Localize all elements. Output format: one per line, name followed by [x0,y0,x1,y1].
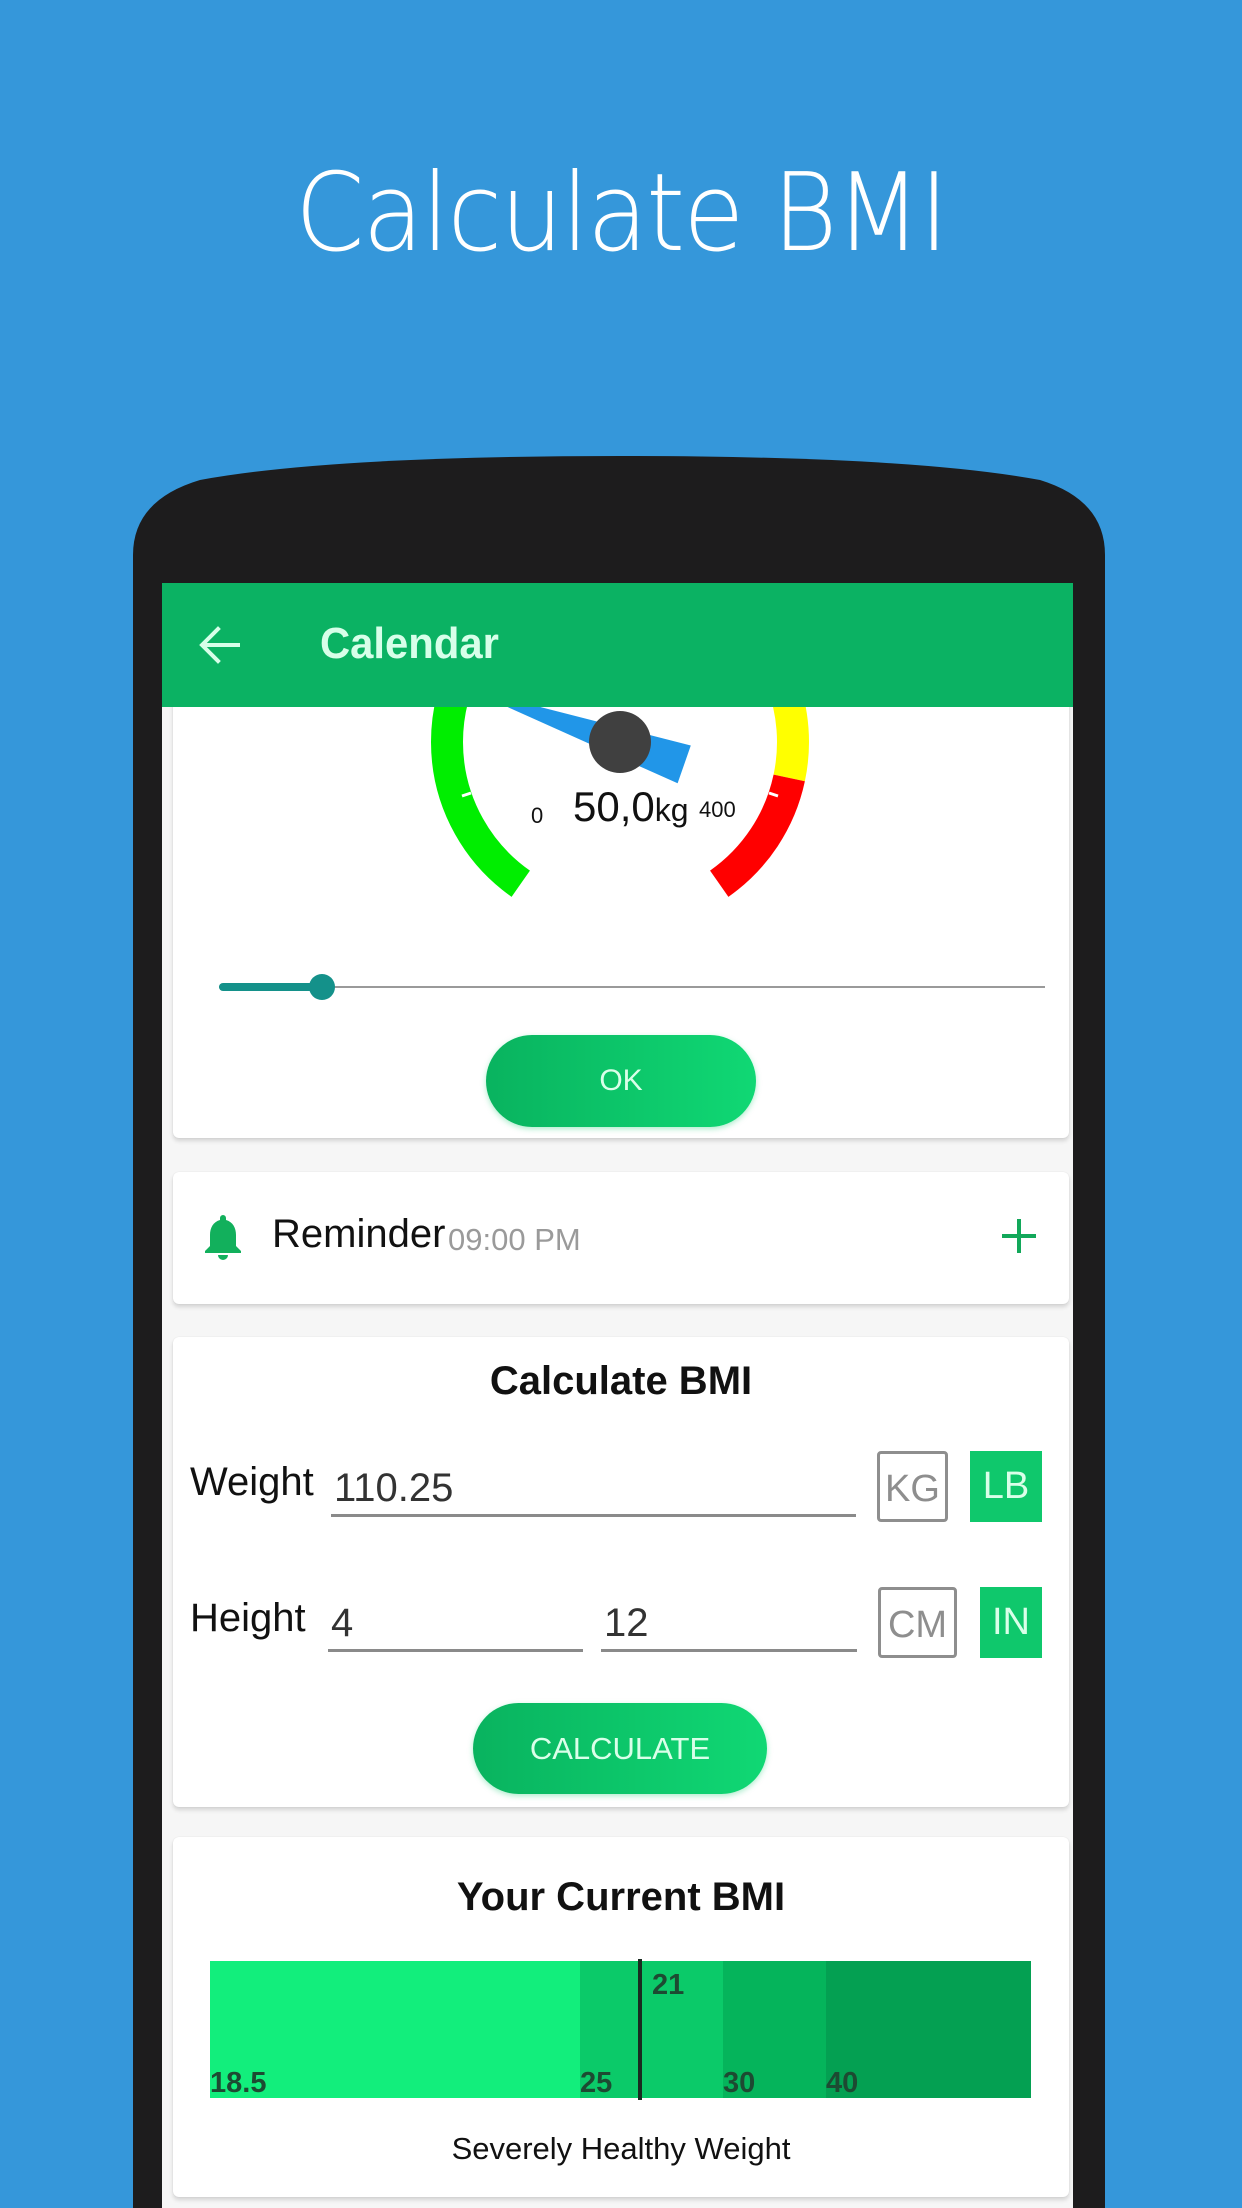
gauge-unit: kg [654,792,689,828]
bmi-result-title: Your Current BMI [456,1875,786,1919]
bmi-scale-bar: 18.5 25 30 40 21 [210,1959,1031,2100]
unit-lb-button[interactable]: LB [970,1451,1042,1522]
calculate-button[interactable]: CALCULATE [473,1703,767,1794]
slider-track [219,986,1045,988]
bmi-tick-label: 18.5 [210,2067,267,2099]
gauge-value-number: 50,0 [573,783,655,830]
calculate-bmi-title: Calculate BMI [489,1359,753,1403]
height-feet-input[interactable]: 4 [328,1592,583,1652]
plus-icon[interactable] [999,1216,1039,1256]
slider-fill [219,983,323,991]
bmi-status-text: Severely Healthy Weight [451,2131,791,2166]
gauge-arc-high [709,774,805,897]
reminder-label: Reminder [272,1212,446,1256]
weight-slider[interactable] [219,972,1045,1002]
unit-in-button[interactable]: IN [980,1587,1042,1658]
bmi-current-value: 21 [652,1969,685,2001]
app-header: Calendar [162,583,1073,707]
reminder-time: 09:00 PM [448,1222,581,1257]
bmi-tick-label: 25 [580,2067,613,2099]
back-button[interactable] [196,623,244,667]
gauge-value: 50,0kg [573,783,689,831]
bmi-current-marker [638,1959,642,2100]
bell-icon [205,1215,241,1260]
gauge-hub [589,711,651,773]
arrow-left-icon [199,626,240,664]
reminder-card[interactable]: Reminder 09:00 PM [173,1172,1069,1304]
bmi-tick-label: 40 [826,2067,859,2099]
height-inches-input[interactable]: 12 [601,1592,857,1652]
unit-kg-button[interactable]: KG [877,1451,948,1522]
bmi-result-card: Your Current BMI 18.5 25 30 40 21 Severe… [173,1837,1069,2197]
weight-label: Weight [190,1460,314,1504]
header-title: Calendar [320,619,499,668]
gauge-min-label: 0 [531,803,544,828]
calculate-bmi-card: Calculate BMI Weight 110.25 KG LB Height… [173,1337,1069,1807]
slider-thumb[interactable] [309,974,336,1000]
gauge-max-label: 400 [699,797,736,822]
height-label: Height [190,1596,306,1640]
bmi-tick-label: 30 [723,2067,756,2099]
ok-button[interactable]: OK [486,1035,756,1127]
weight-input[interactable]: 110.25 [331,1457,856,1517]
app-screen: Calendar 0 50,0kg 400 OK Reminder 09:00 … [162,583,1073,2208]
unit-cm-button[interactable]: CM [878,1587,957,1658]
